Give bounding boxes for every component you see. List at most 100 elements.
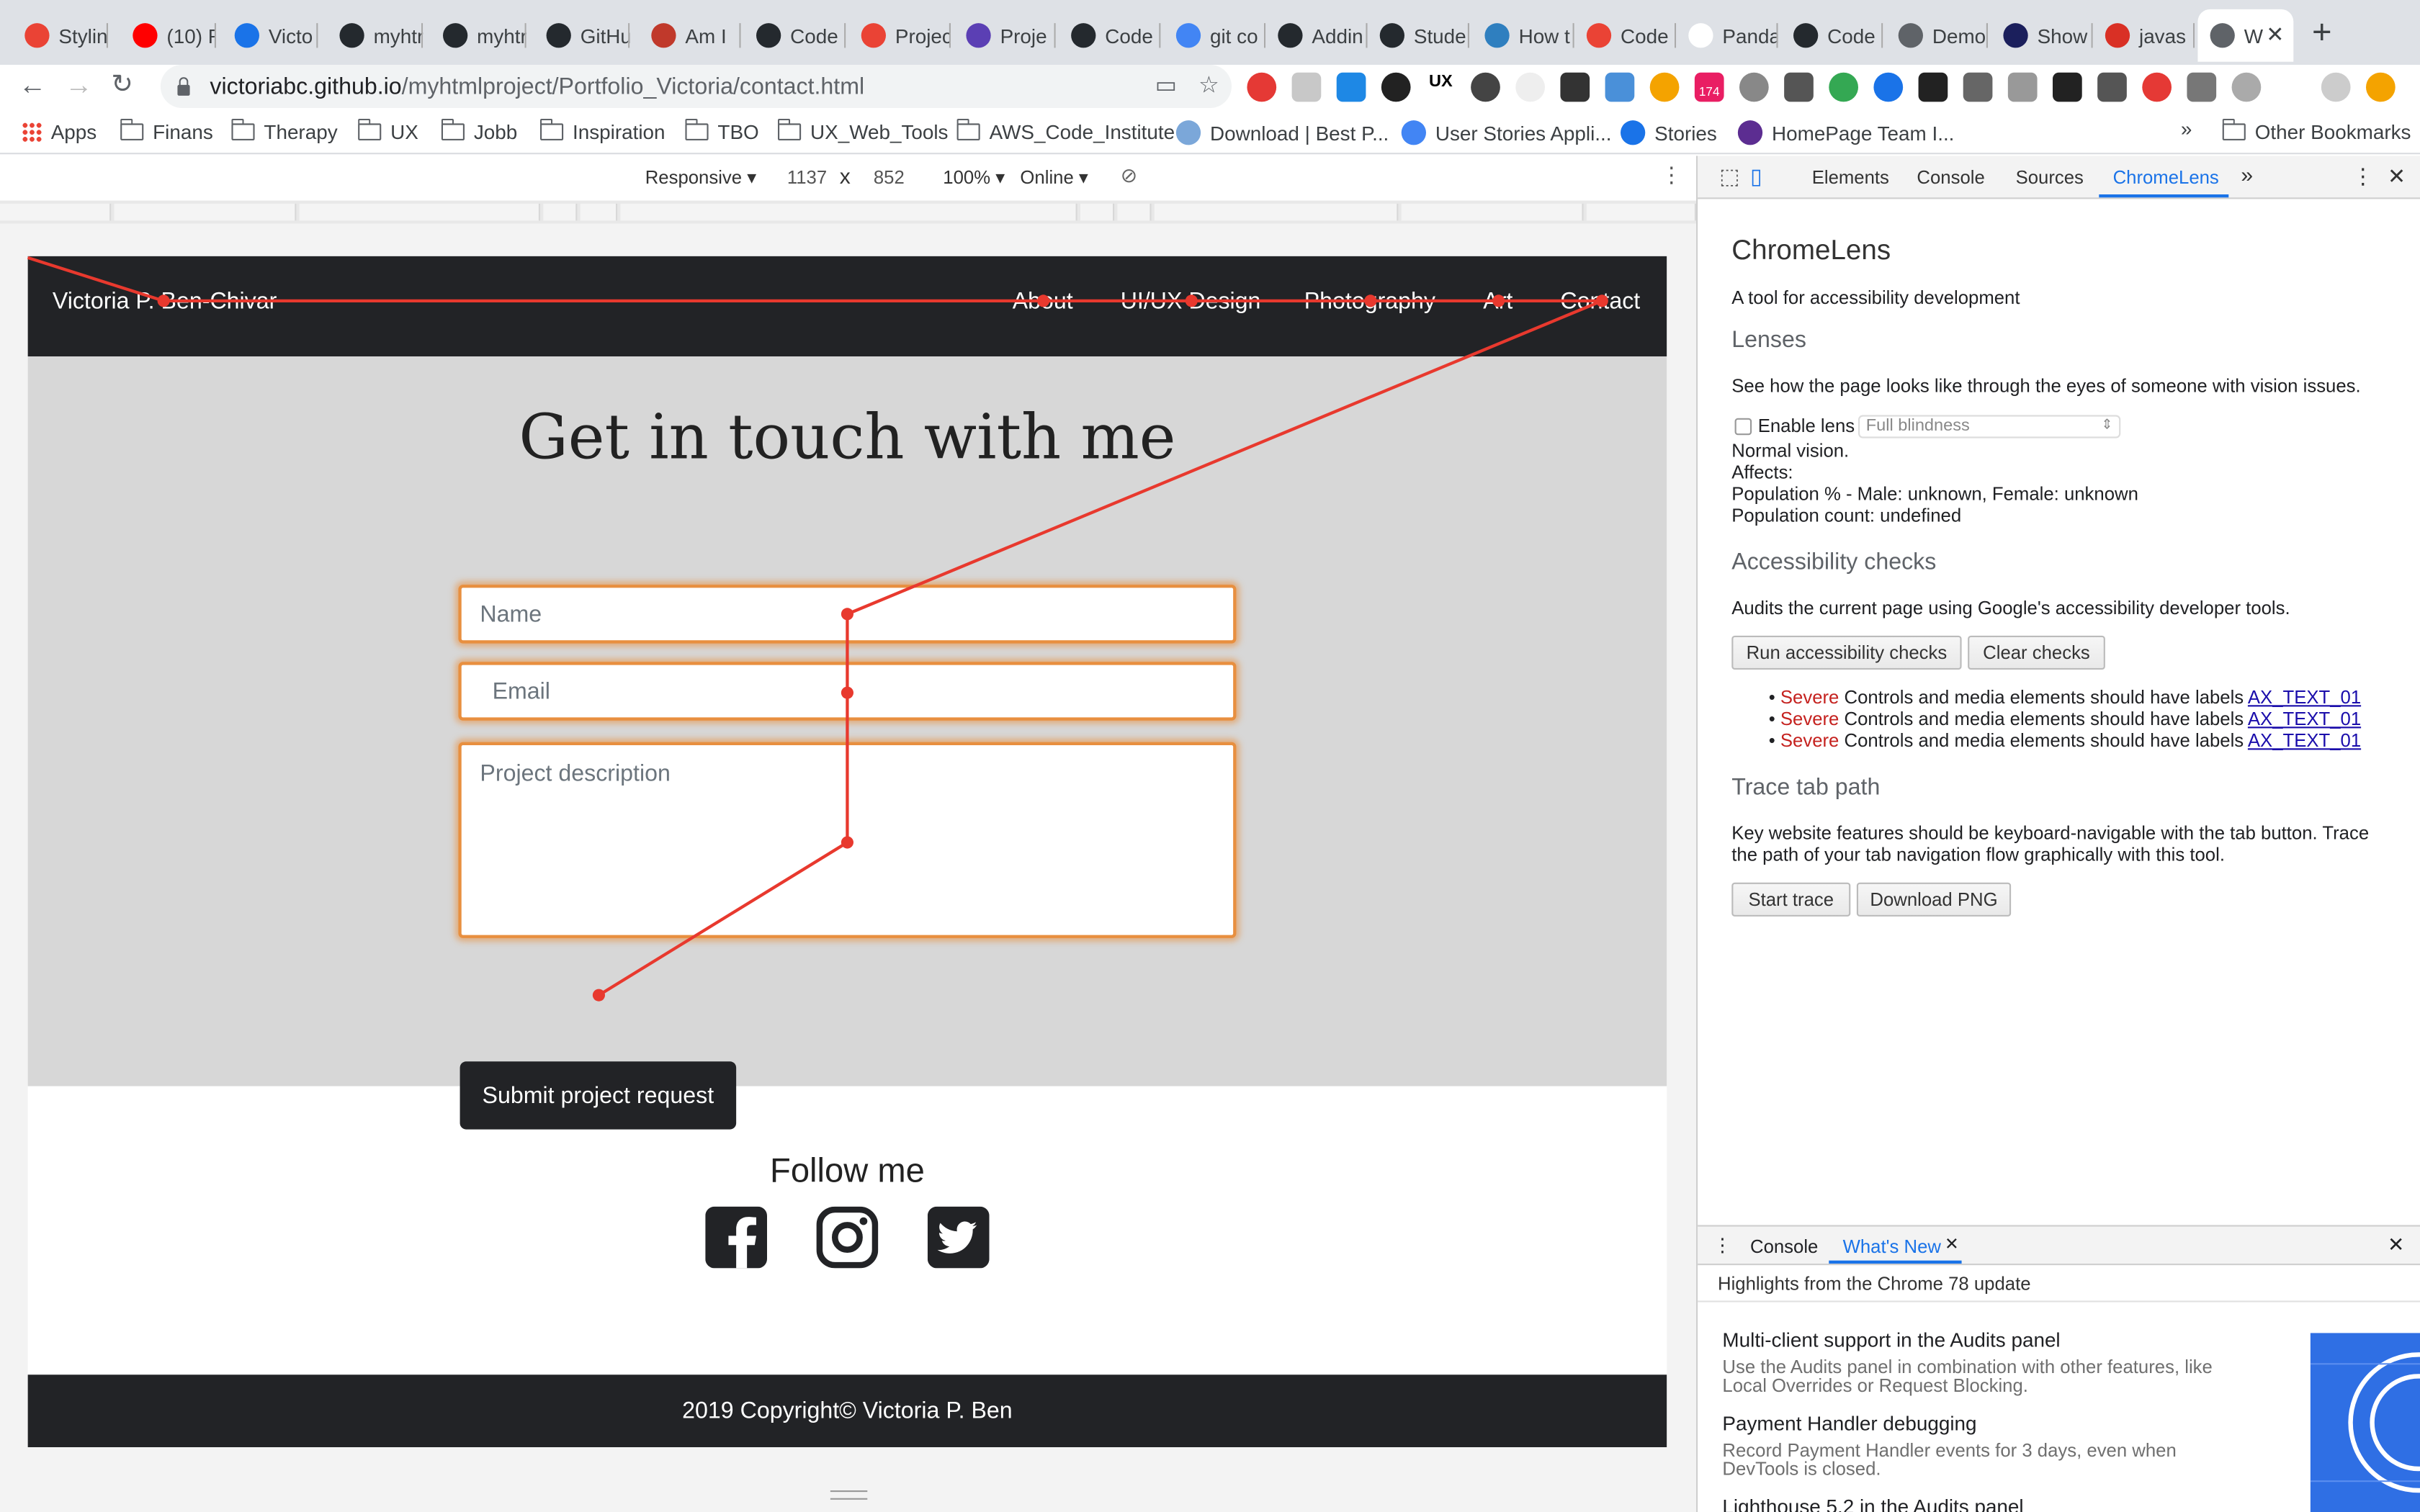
devtools-divider[interactable]	[1696, 156, 1698, 1512]
extension-icon[interactable]	[2231, 72, 2262, 102]
extension-icon[interactable]	[1471, 72, 1500, 102]
issue-code-link[interactable]: AX_TEXT_01	[2248, 687, 2361, 708]
close-drawer-icon[interactable]: ✕	[2388, 1233, 2404, 1257]
bookmark-item[interactable]: User Stories Appli...	[1401, 120, 1611, 145]
extension-icon[interactable]	[1605, 72, 1635, 102]
device-mode-select[interactable]: Responsive ▾	[645, 166, 756, 188]
close-devtools-icon[interactable]: ✕	[2388, 163, 2406, 189]
new-tab-button[interactable]: +	[2312, 12, 2332, 53]
bookmark-item[interactable]: Stories	[1621, 120, 1717, 145]
submit-project-button[interactable]: Submit project request	[460, 1061, 737, 1130]
extension-icon[interactable]	[1918, 72, 1948, 102]
other-bookmarks[interactable]: Other Bookmarks	[2221, 118, 2411, 143]
run-accessibility-checks-button[interactable]: Run accessibility checks	[1731, 635, 1962, 670]
device-toggle-icon[interactable]: ▯	[1750, 163, 1762, 189]
browser-tab[interactable]: Am I	[639, 9, 741, 62]
browser-tab[interactable]: Addin	[1265, 9, 1368, 62]
drawer-tab-whats-new[interactable]: What's New	[1843, 1236, 1941, 1257]
devtools-menu-icon[interactable]: ⋮	[2352, 163, 2374, 189]
browser-tab[interactable]: Code	[1781, 9, 1883, 62]
forward-icon[interactable]: →	[65, 69, 93, 102]
download-png-button[interactable]: Download PNG	[1856, 882, 2012, 917]
browser-tab[interactable]: W ✕	[2197, 9, 2294, 62]
tab-elements[interactable]: Elements	[1812, 166, 1889, 188]
extension-icon[interactable]	[2053, 72, 2082, 102]
more-tabs-button[interactable]: »	[2241, 162, 2253, 186]
extension-icon[interactable]	[1336, 72, 1366, 102]
browser-tab[interactable]: Code	[1574, 9, 1677, 62]
inspect-element-icon[interactable]: ⬚	[1719, 163, 1739, 189]
browser-tab[interactable]: GitHu	[534, 9, 630, 62]
extension-icon[interactable]	[1247, 72, 1277, 102]
enable-lens-row[interactable]: Enable lens	[1734, 415, 1855, 436]
whats-new-title[interactable]: Lighthouse 5.2 in the Audits panel	[1722, 1495, 2023, 1512]
browser-tab[interactable]: How t	[1472, 9, 1574, 62]
extension-icon[interactable]	[1515, 72, 1545, 102]
name-field[interactable]: Name	[458, 585, 1237, 644]
network-throttle-select[interactable]: Online ▾	[1020, 166, 1088, 188]
cast-icon[interactable]: ▭	[1155, 71, 1177, 99]
tab-sources[interactable]: Sources	[2016, 166, 2084, 188]
browser-tab[interactable]: git co	[1164, 9, 1266, 62]
email-field[interactable]: Email	[458, 662, 1237, 721]
drawer-menu-icon[interactable]: ⋮	[1713, 1234, 1732, 1256]
extension-icon[interactable]	[2007, 72, 2038, 102]
extension-icon[interactable]	[1649, 72, 1680, 102]
browser-tab[interactable]: Projec	[849, 9, 951, 62]
issue-code-link[interactable]: AX_TEXT_01	[2248, 708, 2361, 730]
bookmark-item[interactable]: Inspiration	[539, 118, 666, 143]
profile-avatar-icon[interactable]	[2321, 72, 2351, 102]
drawer-tab-console[interactable]: Console	[1750, 1236, 1818, 1257]
browser-tab[interactable]: (10) R	[120, 9, 216, 62]
extension-icon[interactable]	[2187, 72, 2217, 102]
bookmark-item[interactable]: Apps	[22, 120, 97, 143]
media-query-ruler[interactable]	[0, 200, 1696, 224]
nav-link-uiux-design[interactable]: UI/UX Design	[1121, 289, 1261, 315]
bookmark-item[interactable]: Jobb	[440, 118, 517, 143]
extension-icon[interactable]	[1963, 72, 1993, 102]
update-icon[interactable]	[2366, 72, 2396, 102]
nav-link-contact[interactable]: Contact	[1560, 289, 1640, 315]
badge-extension-icon[interactable]: 174	[1694, 72, 1724, 102]
ux-extension-icon[interactable]: UX	[1425, 72, 1456, 102]
extension-icon[interactable]	[1829, 72, 1858, 102]
bookmark-item[interactable]: TBO	[684, 118, 759, 143]
reload-icon[interactable]: ↻	[111, 69, 133, 100]
browser-tab[interactable]: Stylin	[12, 9, 109, 62]
bookmark-item[interactable]: AWS_Code_Institute	[956, 118, 1175, 143]
twitter-icon[interactable]	[927, 1206, 990, 1269]
extension-icon[interactable]	[1381, 72, 1411, 102]
zoom-select[interactable]: 100% ▾	[943, 166, 1005, 188]
browser-tab[interactable]: Code	[744, 9, 846, 62]
nav-link-photography[interactable]: Photography	[1304, 289, 1435, 315]
site-brand[interactable]: Victoria P. Ben-Chivar	[53, 289, 277, 315]
browser-tab[interactable]: Panda	[1676, 9, 1778, 62]
extension-icon[interactable]	[2142, 72, 2172, 102]
tab-chromelens[interactable]: ChromeLens	[2113, 166, 2219, 188]
bookmark-item[interactable]: HomePage Team I...	[1737, 120, 1954, 145]
back-icon[interactable]: ←	[19, 69, 47, 102]
extension-icon[interactable]	[1291, 72, 1322, 102]
browser-tab[interactable]: Stude	[1368, 9, 1469, 62]
browser-tab[interactable]: Code	[1059, 9, 1161, 62]
tab-console[interactable]: Console	[1917, 166, 1984, 188]
browser-tab[interactable]: myhtr	[327, 9, 424, 62]
bookmark-item[interactable]: Therapy	[230, 118, 338, 143]
extension-icon[interactable]	[1739, 72, 1769, 102]
bookmark-item[interactable]: UX_Web_Tools	[776, 118, 949, 143]
instagram-icon[interactable]	[816, 1206, 879, 1269]
nav-link-art[interactable]: Art	[1483, 289, 1512, 315]
browser-tab[interactable]: javas	[2093, 9, 2195, 62]
clear-checks-button[interactable]: Clear checks	[1968, 635, 2105, 670]
issue-code-link[interactable]: AX_TEXT_01	[2248, 730, 2361, 752]
extension-icon[interactable]	[2097, 72, 2127, 102]
bookmark-item[interactable]: UX	[357, 118, 418, 143]
address-bar[interactable]: victoriabc.github.io/myhtmlproject/Portf…	[160, 65, 1232, 108]
close-tab-icon[interactable]: ✕	[2266, 22, 2284, 48]
nav-link-about[interactable]: About	[1013, 289, 1073, 315]
enable-lens-checkbox[interactable]	[1734, 417, 1752, 435]
viewport-height-input[interactable]: 852	[874, 166, 905, 188]
project-description-field[interactable]: Project description	[458, 742, 1237, 938]
viewport-width-input[interactable]: 1137	[787, 166, 827, 188]
browser-tab[interactable]: Proje	[954, 9, 1056, 62]
